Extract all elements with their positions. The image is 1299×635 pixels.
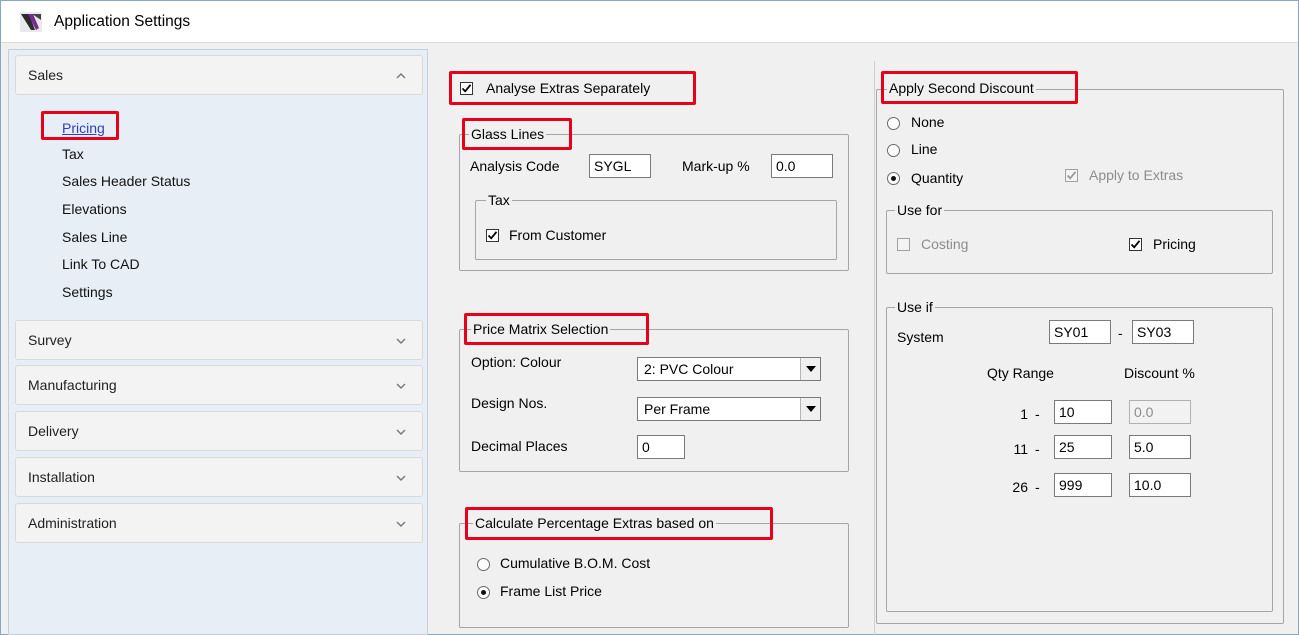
markup-label: Mark-up % <box>682 158 750 174</box>
glass-lines-legend: Glass Lines <box>469 126 547 142</box>
analysis-code-label: Analysis Code <box>470 158 560 174</box>
range-from: 11 <box>1013 441 1028 457</box>
option-colour-select[interactable]: 2: PVC Colour <box>637 357 821 381</box>
settings-sidebar: Sales Pricing Tax Sales Header Status El… <box>8 49 428 635</box>
option-colour-value: 2: PVC Colour <box>644 361 734 377</box>
sidebar-group-label: Installation <box>28 469 95 485</box>
costing-checkbox[interactable] <box>897 238 910 251</box>
system-from-input[interactable]: SY01 <box>1049 320 1111 344</box>
option-colour-label: Option: Colour <box>471 354 562 370</box>
chevron-down-icon <box>396 521 406 527</box>
app-logo-icon <box>20 12 42 32</box>
checkmark-icon <box>487 231 498 240</box>
range-separator: - <box>1035 406 1040 422</box>
range-separator: - <box>1035 441 1040 457</box>
chevron-down-icon <box>396 338 406 344</box>
sidebar-group-label: Delivery <box>28 423 79 439</box>
sidebar-group-label: Administration <box>28 515 117 531</box>
discount-none-radio[interactable] <box>887 117 900 130</box>
pricing-checkbox[interactable] <box>1129 238 1142 251</box>
checkmark-icon <box>1130 240 1141 249</box>
sidebar-item-settings[interactable]: Settings <box>62 284 113 300</box>
pricing-label: Pricing <box>1153 236 1196 252</box>
price-matrix-legend: Price Matrix Selection <box>471 321 611 337</box>
apply-to-extras-checkbox[interactable] <box>1065 169 1078 182</box>
sidebar-group-manufacturing[interactable]: Manufacturing <box>15 365 423 405</box>
checkmark-icon <box>1066 171 1077 180</box>
sidebar-group-label: Survey <box>28 332 72 348</box>
sidebar-group-sales[interactable]: Sales <box>15 55 423 95</box>
system-to-input[interactable]: SY03 <box>1132 320 1194 344</box>
use-if-group <box>886 307 1273 612</box>
dropdown-arrow-icon[interactable] <box>800 398 820 420</box>
chevron-down-icon <box>396 429 406 435</box>
range-to-input[interactable]: 25 <box>1054 435 1112 459</box>
sidebar-group-delivery[interactable]: Delivery <box>15 411 423 451</box>
decimal-places-label: Decimal Places <box>471 438 568 454</box>
tax-legend: Tax <box>486 192 512 208</box>
sidebar-item-pricing[interactable]: Pricing <box>62 120 105 136</box>
radio-selected-dot <box>891 176 896 181</box>
title-bar: Application Settings <box>1 1 1298 43</box>
checkmark-icon <box>461 84 472 93</box>
design-nos-select[interactable]: Per Frame <box>637 397 821 421</box>
calc-pct-group <box>459 523 849 628</box>
apply-to-extras-label: Apply to Extras <box>1089 167 1184 183</box>
cumulative-bom-label: Cumulative B.O.M. Cost <box>500 555 651 571</box>
sidebar-item-tax[interactable]: Tax <box>62 146 84 162</box>
analyse-extras-label: Analyse Extras Separately <box>486 80 651 96</box>
discount-quantity-radio[interactable] <box>887 172 900 185</box>
design-nos-label: Design Nos. <box>471 395 548 411</box>
cumulative-bom-radio[interactable] <box>477 558 490 571</box>
second-discount-legend: Apply Second Discount <box>887 80 1036 96</box>
application-settings-window: Application Settings Sales Pricing Tax S… <box>0 0 1299 635</box>
range-from: 26 <box>1012 479 1028 495</box>
sidebar-group-installation[interactable]: Installation <box>15 457 423 497</box>
costing-label: Costing <box>921 236 969 252</box>
chevron-up-icon <box>396 73 406 79</box>
frame-list-price-label: Frame List Price <box>500 583 602 599</box>
chevron-down-icon <box>396 383 406 389</box>
sidebar-group-label: Sales <box>28 67 64 83</box>
discount-line-radio[interactable] <box>887 144 900 157</box>
discount-input[interactable]: 10.0 <box>1129 473 1191 497</box>
range-from: 1 <box>1020 406 1028 422</box>
analysis-code-input[interactable]: SYGL <box>589 154 651 178</box>
sidebar-group-administration[interactable]: Administration <box>15 503 423 543</box>
use-for-legend: Use for <box>895 202 945 218</box>
from-customer-label: From Customer <box>509 227 607 243</box>
range-to-input[interactable]: 10 <box>1054 400 1112 424</box>
sidebar-item-elevations[interactable]: Elevations <box>62 201 127 217</box>
discount-line-label: Line <box>911 141 938 157</box>
dropdown-arrow-icon[interactable] <box>800 358 820 380</box>
range-separator: - <box>1035 479 1040 495</box>
range-to-input[interactable]: 999 <box>1054 473 1112 497</box>
discount-input[interactable]: 0.0 <box>1129 400 1191 424</box>
sidebar-group-label: Manufacturing <box>28 377 117 393</box>
sidebar-item-link-to-cad[interactable]: Link To CAD <box>62 256 140 272</box>
system-separator: - <box>1118 325 1123 341</box>
design-nos-value: Per Frame <box>644 401 711 417</box>
discount-input[interactable]: 5.0 <box>1129 435 1191 459</box>
decimal-places-input[interactable]: 0 <box>637 435 685 459</box>
system-label: System <box>897 329 944 345</box>
discount-header: Discount % <box>1124 365 1195 381</box>
frame-list-price-radio[interactable] <box>477 586 490 599</box>
analyse-extras-checkbox[interactable] <box>460 82 473 95</box>
sidebar-group-survey[interactable]: Survey <box>15 320 423 360</box>
chevron-down-icon <box>396 475 406 481</box>
calc-pct-legend: Calculate Percentage Extras based on <box>473 515 716 531</box>
radio-selected-dot <box>481 590 486 595</box>
discount-quantity-label: Quantity <box>911 170 964 186</box>
panel-divider <box>874 61 875 635</box>
window-title: Application Settings <box>54 13 191 30</box>
sidebar-item-sales-header-status[interactable]: Sales Header Status <box>62 173 190 189</box>
discount-none-label: None <box>911 114 945 130</box>
from-customer-checkbox[interactable] <box>486 229 499 242</box>
markup-input[interactable]: 0.0 <box>771 154 833 178</box>
use-if-legend: Use if <box>895 299 935 315</box>
sidebar-item-sales-line[interactable]: Sales Line <box>62 229 127 245</box>
qty-range-header: Qty Range <box>987 365 1054 381</box>
